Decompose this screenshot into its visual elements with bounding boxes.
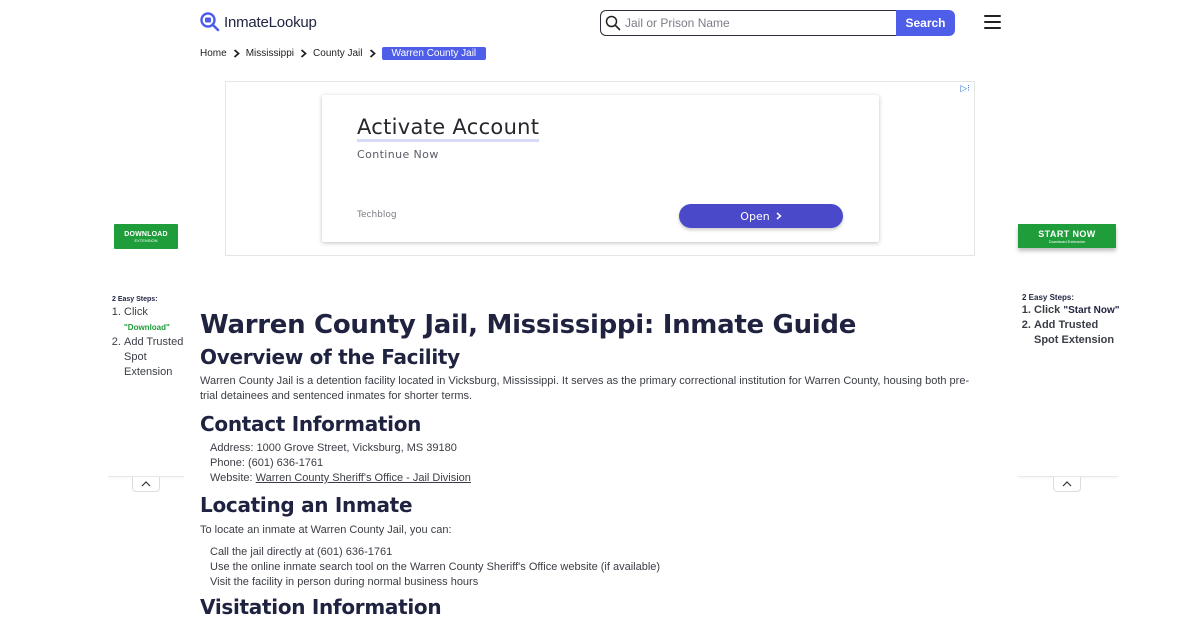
breadcrumb-mississippi[interactable]: Mississippi — [246, 48, 294, 59]
adchoices-icon[interactable]: ▷⁝ — [960, 83, 970, 94]
contact-website: Website: Warren County Sheriff's Office … — [210, 471, 980, 486]
search-field[interactable] — [600, 10, 896, 36]
chevron-right-icon — [776, 212, 782, 220]
breadcrumb: Home Mississippi County Jail Warren Coun… — [200, 47, 487, 60]
breadcrumb-county-jail[interactable]: County Jail — [313, 48, 362, 59]
search-input[interactable] — [621, 15, 896, 31]
left-step-1: Click "Download" — [124, 305, 190, 335]
chevron-right-icon — [300, 49, 307, 58]
right-step-1: Click "Start Now" — [1034, 303, 1122, 318]
menu-bar-bottom — [984, 27, 1001, 29]
ad-title: Activate Account — [357, 115, 540, 142]
right-step-2: Add Trusted Spot Extension — [1034, 318, 1122, 348]
contact-phone: Phone: (601) 636-1761 — [210, 456, 980, 471]
start-button-sublabel: Download Extension — [1048, 238, 1086, 244]
chevron-up-icon — [1062, 481, 1072, 487]
start-now-button[interactable]: START NOW Download Extension — [1018, 224, 1116, 248]
search-button[interactable]: Search — [896, 10, 955, 36]
locating-heading: Locating an Inmate — [200, 493, 413, 517]
locating-steps-list: Call the jail directly at (601) 636-1761… — [200, 545, 980, 590]
page-title: Warren County Jail, Mississippi: Inmate … — [200, 310, 857, 340]
ad-open-label: Open — [740, 209, 770, 223]
ad-subtitle: Continue Now — [357, 148, 439, 161]
start-button-label: START NOW — [1038, 228, 1096, 239]
download-button-sublabel: EXTENSION — [134, 237, 158, 243]
logo-magnifier-icon — [200, 12, 220, 32]
left-step-1-prefix: Click — [124, 306, 148, 318]
contact-heading: Contact Information — [200, 412, 422, 436]
visitation-heading: Visitation Information — [200, 595, 442, 619]
logo-text: InmateLookup — [224, 13, 317, 31]
chevron-right-icon — [233, 49, 240, 58]
phone-label: Phone: — [210, 457, 245, 469]
address-label: Address: — [210, 442, 254, 454]
chevron-up-icon — [141, 481, 151, 487]
article-content: Warren County Jail, Mississippi: Inmate … — [200, 308, 980, 620]
right-steps-title: 2 Easy Steps: — [1022, 293, 1075, 302]
left-step-2: Add Trusted Spot Extension — [124, 335, 190, 380]
download-button-label: DOWNLOAD — [124, 230, 168, 238]
left-ad-collapse-button[interactable] — [132, 477, 160, 492]
right-step-1-highlight: "Start Now" — [1063, 305, 1120, 316]
menu-bar-middle — [984, 21, 1001, 23]
left-steps-title: 2 Easy Steps: — [112, 296, 158, 303]
menu-bar-top — [984, 15, 1001, 17]
contact-list: Address: 1000 Grove Street, Vicksburg, M… — [200, 441, 980, 486]
list-item: Call the jail directly at (601) 636-1761 — [210, 546, 393, 558]
left-step-1-highlight: "Download" — [124, 323, 170, 332]
phone-value: (601) 636-1761 — [247, 457, 324, 469]
website-link[interactable]: Warren County Sheriff's Office - Jail Di… — [256, 472, 471, 484]
overview-heading: Overview of the Facility — [200, 345, 460, 369]
list-item: Use the online inmate search tool on the… — [210, 561, 661, 573]
right-ad-steps: 2 Easy Steps: Click "Start Now" Add Trus… — [1022, 293, 1122, 348]
ad-brand: Techblog — [357, 210, 397, 220]
address-value: 1000 Grove Street, Vicksburg, MS 39180 — [256, 442, 457, 454]
ad-card[interactable]: Activate Account Continue Now Techblog O… — [322, 95, 879, 242]
ad-open-button[interactable]: Open — [679, 204, 843, 228]
website-label: Website: — [210, 472, 253, 484]
left-ad-steps: 2 Easy Steps: Click "Download" Add Truste… — [112, 295, 190, 380]
contact-address: Address: 1000 Grove Street, Vicksburg, M… — [210, 441, 980, 456]
chevron-right-icon — [369, 49, 376, 58]
list-item: Visit the facility in person during norm… — [210, 576, 479, 588]
search-icon — [605, 15, 621, 31]
site-logo[interactable]: InmateLookup — [200, 12, 317, 32]
right-ad-collapse-button[interactable] — [1053, 477, 1081, 492]
search-bar: Search — [600, 10, 955, 36]
breadcrumb-home[interactable]: Home — [200, 48, 227, 59]
overview-paragraph: Warren County Jail is a detention facili… — [200, 375, 970, 402]
locating-intro: To locate an inmate at Warren County Jai… — [200, 524, 452, 536]
advertisement-banner[interactable]: ▷⁝ Activate Account Continue Now Techblo… — [225, 81, 975, 256]
breadcrumb-current: Warren County Jail — [381, 47, 487, 60]
right-step-1-prefix: Click — [1034, 304, 1061, 316]
hamburger-menu-icon[interactable] — [984, 15, 1001, 29]
download-extension-button[interactable]: DOWNLOAD EXTENSION — [114, 224, 178, 249]
